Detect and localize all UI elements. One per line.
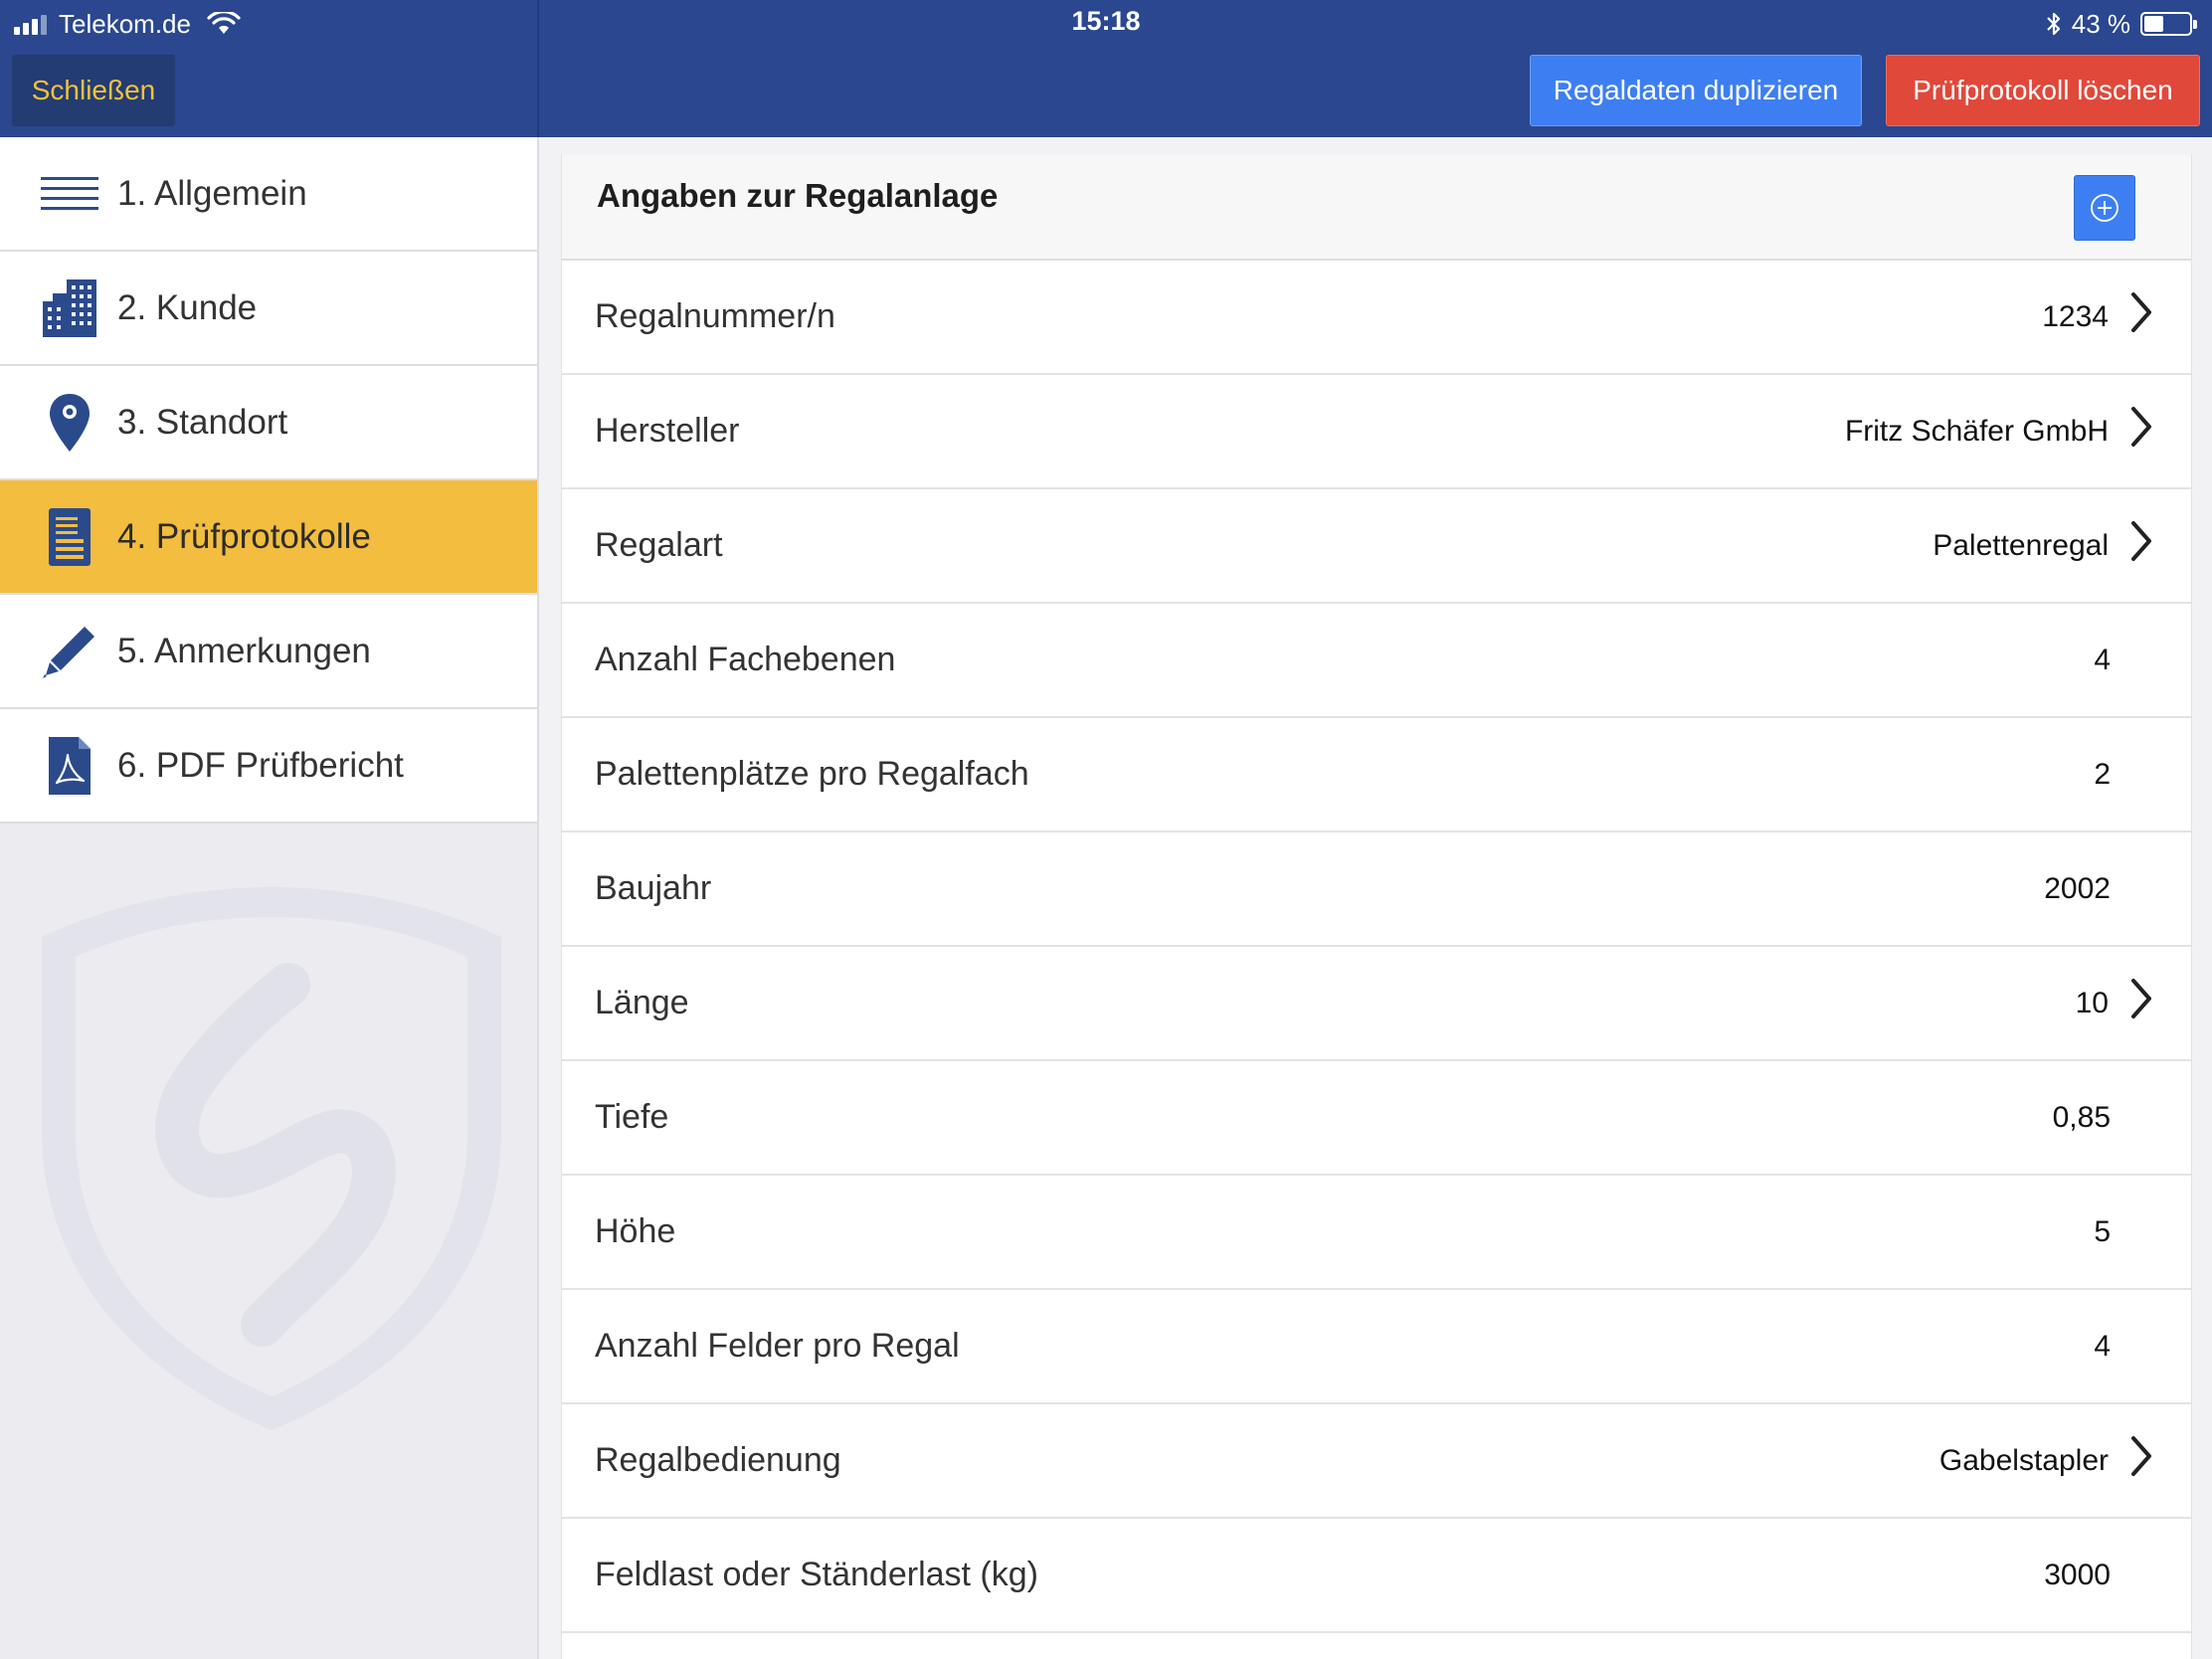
detail-row: Tiefe 0,85 [562,1061,2191,1176]
sidebar-item-label: 2. Kunde [117,287,258,327]
sidebar-item-standort[interactable]: 3. Standort [0,366,537,480]
plus-circle-icon [2091,194,2119,222]
document-icon [38,505,101,569]
duplicate-shelf-data-button[interactable]: Regaldaten duplizieren [1530,55,1862,126]
sidebar-item-allgemein[interactable]: 1. Allgemein [0,137,537,252]
detail-row[interactable]: Hersteller Fritz Schäfer GmbH [562,375,2191,489]
chevron-right-icon [2131,979,2151,1018]
detail-row: Feldlast oder Ständerlast (kg) 3000 [562,1519,2191,1633]
detail-row: Höhe 5 [562,1176,2191,1290]
detail-row[interactable]: Länge 10 [562,947,2191,1061]
row-label: Feldlast oder Ständerlast (kg) [595,1556,1038,1593]
row-label: Regalbedienung [595,1441,841,1479]
row-value: 10 [2075,986,2109,1019]
detail-row: Anzahl Felder pro Regal 4 [562,1290,2191,1404]
location-pin-icon [38,391,101,455]
chevron-right-icon [2131,521,2151,561]
bluetooth-icon [2046,12,2060,36]
sidebar-item-label: 6. PDF Prüfbericht [117,745,404,785]
chevron-right-icon [2131,407,2151,447]
row-label: Regalnummer/n [595,297,835,335]
sidebar-item-pruefprotokolle[interactable]: 4. Prüfprotokolle [0,480,537,595]
buildings-icon [38,276,101,340]
sidebar-item-anmerkungen[interactable]: 5. Anmerkungen [0,595,537,709]
row-value: 2 [2094,757,2111,791]
chevron-right-icon [2131,1436,2151,1476]
sidebar-item-label: 5. Anmerkungen [117,631,371,670]
row-value: 4 [2094,1329,2111,1363]
row-value: Fritz Schäfer GmbH [1844,414,2109,448]
row-value: 4 [2094,643,2111,676]
detail-row[interactable]: Regalart Palettenregal [562,489,2191,604]
row-label: Anzahl Felder pro Regal [595,1327,960,1365]
pdf-icon [38,734,101,798]
row-value: 1234 [2042,299,2109,333]
page-title: Angaben zur Regalanlage [597,177,999,214]
sidebar-item-pdf-pruefbericht[interactable]: 6. PDF Prüfbericht [0,709,537,824]
pencil-icon [38,620,101,683]
status-time: 15:18 [1071,6,1141,36]
battery-icon [2140,12,2197,36]
row-value: Palettenregal [1933,528,2109,562]
row-label: Hersteller [595,412,740,450]
row-label: Tiefe [595,1098,669,1136]
sidebar-item-kunde[interactable]: 2. Kunde [0,252,537,366]
menu-lines-icon [38,162,101,226]
row-label: Höhe [595,1212,676,1250]
row-label: Regalart [595,526,723,564]
status-right: 43 % [2046,6,2197,42]
detail-row: Anzahl Fachebenen 4 [562,604,2191,718]
battery-percent: 43 % [2071,8,2130,39]
main-panel: Angaben zur Regalanlage Regalnummer/n 123… [561,155,2192,1659]
sidebar-item-label: 1. Allgemein [117,173,307,213]
detail-row: Baujahr 2002 [562,832,2191,947]
sidebar-item-label: 3. Standort [117,402,288,442]
row-label: Baujahr [595,869,712,907]
detail-row: Palettenplätze pro Regalfach 2 [562,718,2191,832]
row-value: 0,85 [2052,1100,2111,1134]
chevron-right-icon [2131,292,2151,332]
row-value: Gabelstapler [1938,1443,2109,1477]
detail-row[interactable]: Regalbedienung Gabelstapler [562,1404,2191,1519]
row-value: 2002 [2044,871,2111,905]
add-shelf-button[interactable] [2074,175,2135,241]
close-button[interactable]: Schließen [12,55,175,126]
top-bar: Telekom.de 15:18 43 % Schließen Regaldat… [0,0,2212,137]
shield-logo-watermark-icon [42,887,501,1430]
row-label: Anzahl Fachebenen [595,641,896,678]
row-value: 5 [2094,1214,2111,1248]
sidebar-item-label: 4. Prüfprotokolle [117,516,371,556]
detail-row[interactable]: Regalnummer/n 1234 [562,261,2191,375]
row-label: Palettenplätze pro Regalfach [595,755,1029,793]
row-value: 3000 [2044,1558,2111,1591]
detail-list: Regalnummer/n 1234 Hersteller Fritz Schäfer… [562,261,2191,1633]
panel-header: Angaben zur Regalanlage [562,155,2191,261]
delete-protocol-button[interactable]: Prüfprotokoll löschen [1886,55,2200,126]
sidebar: 1. Allgemein 2. Kunde 3. Standort 4. Prü… [0,137,539,1659]
row-label: Länge [595,984,689,1021]
